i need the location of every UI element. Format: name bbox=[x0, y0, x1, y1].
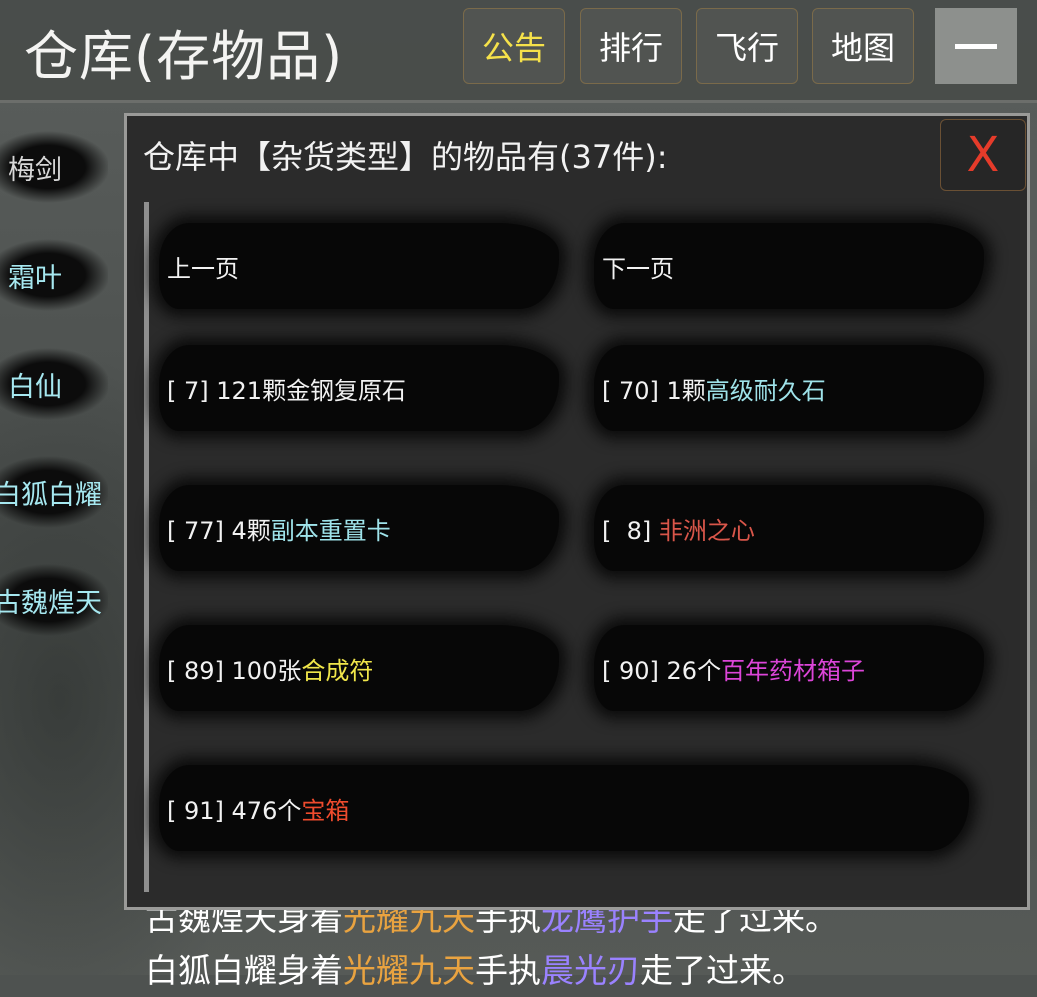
dialog-title: 仓库中【杂货类型】的物品有(37件): bbox=[143, 138, 668, 176]
list-item[interactable]: [ 89] 100张合成符 bbox=[159, 613, 559, 723]
item-qty: [ 90] 26个 bbox=[602, 656, 722, 685]
player-name: 霜叶 bbox=[8, 262, 62, 294]
fly-button[interactable]: 飞行 bbox=[696, 8, 798, 84]
prev-page-label: 上一页 bbox=[167, 254, 239, 283]
player-name: 古魏煌天 bbox=[0, 587, 102, 619]
page-title: 仓库(存物品) bbox=[24, 25, 344, 88]
minus-icon bbox=[955, 43, 997, 49]
ranking-button[interactable]: 排行 bbox=[580, 8, 682, 84]
item-name: 副本重置卡 bbox=[270, 516, 391, 545]
list-item[interactable]: [ 77] 4颗副本重置卡 bbox=[159, 473, 559, 583]
item-name: 高级耐久石 bbox=[705, 376, 826, 405]
story-text: 走了过来。 bbox=[640, 951, 805, 990]
item-qty: [ 7] 121颗 bbox=[167, 376, 287, 405]
notice-button[interactable]: 公告 bbox=[463, 8, 565, 84]
item-name: 合成符 bbox=[301, 656, 374, 685]
next-page-label: 下一页 bbox=[602, 254, 674, 283]
next-page-button[interactable]: 下一页 bbox=[594, 211, 984, 321]
list-item[interactable]: [ 8] 非洲之心 bbox=[594, 473, 984, 583]
map-button[interactable]: 地图 bbox=[812, 8, 914, 84]
item-qty: [ 89] 100张 bbox=[167, 656, 302, 685]
item-name: 金钢复原石 bbox=[286, 376, 407, 405]
list-item[interactable]: [ 7] 121颗金钢复原石 bbox=[159, 333, 559, 443]
player-name: 梅剑 bbox=[8, 154, 62, 186]
player-item[interactable]: 梅剑 bbox=[0, 131, 108, 203]
header-bar: 仓库(存物品) 公告 排行 飞行 地图 bbox=[0, 0, 1037, 103]
story-line: 白狐白耀身着光耀九天手执晨光刃走了过来。 bbox=[145, 945, 838, 997]
player-item[interactable]: 白狐白耀 bbox=[0, 456, 108, 528]
item-qty: [ 91] 476个 bbox=[167, 796, 302, 825]
list-item[interactable]: [ 90] 26个百年药材箱子 bbox=[594, 613, 984, 723]
armor-name: 光耀九天 bbox=[343, 951, 475, 990]
item-qty: [ 70] 1颗 bbox=[602, 376, 706, 405]
warehouse-dialog: 仓库中【杂货类型】的物品有(37件): X 上一页 下一页 [ 7] 121颗金… bbox=[124, 113, 1030, 910]
player-item[interactable]: 白仙 bbox=[0, 348, 108, 420]
player-item[interactable]: 霜叶 bbox=[0, 239, 108, 311]
story-text: 手执 bbox=[475, 951, 541, 990]
story-text: 白狐白耀身着 bbox=[145, 951, 343, 990]
item-name: 百年药材箱子 bbox=[721, 656, 866, 685]
player-name: 白仙 bbox=[8, 371, 62, 403]
divider bbox=[144, 202, 149, 892]
player-name: 白狐白耀 bbox=[0, 479, 102, 511]
item-name: 非洲之心 bbox=[658, 516, 755, 545]
close-button[interactable]: X bbox=[940, 119, 1026, 191]
prev-page-button[interactable]: 上一页 bbox=[159, 211, 559, 321]
list-item[interactable]: [ 91] 476个宝箱 bbox=[159, 753, 969, 863]
list-item[interactable]: [ 70] 1颗高级耐久石 bbox=[594, 333, 984, 443]
weapon-name: 晨光刃 bbox=[541, 951, 640, 990]
item-qty: [ 8] bbox=[602, 516, 659, 545]
item-name: 宝箱 bbox=[301, 796, 350, 825]
item-qty: [ 77] 4颗 bbox=[167, 516, 271, 545]
minimize-button[interactable] bbox=[935, 8, 1017, 84]
player-item[interactable]: 古魏煌天 bbox=[0, 564, 108, 636]
